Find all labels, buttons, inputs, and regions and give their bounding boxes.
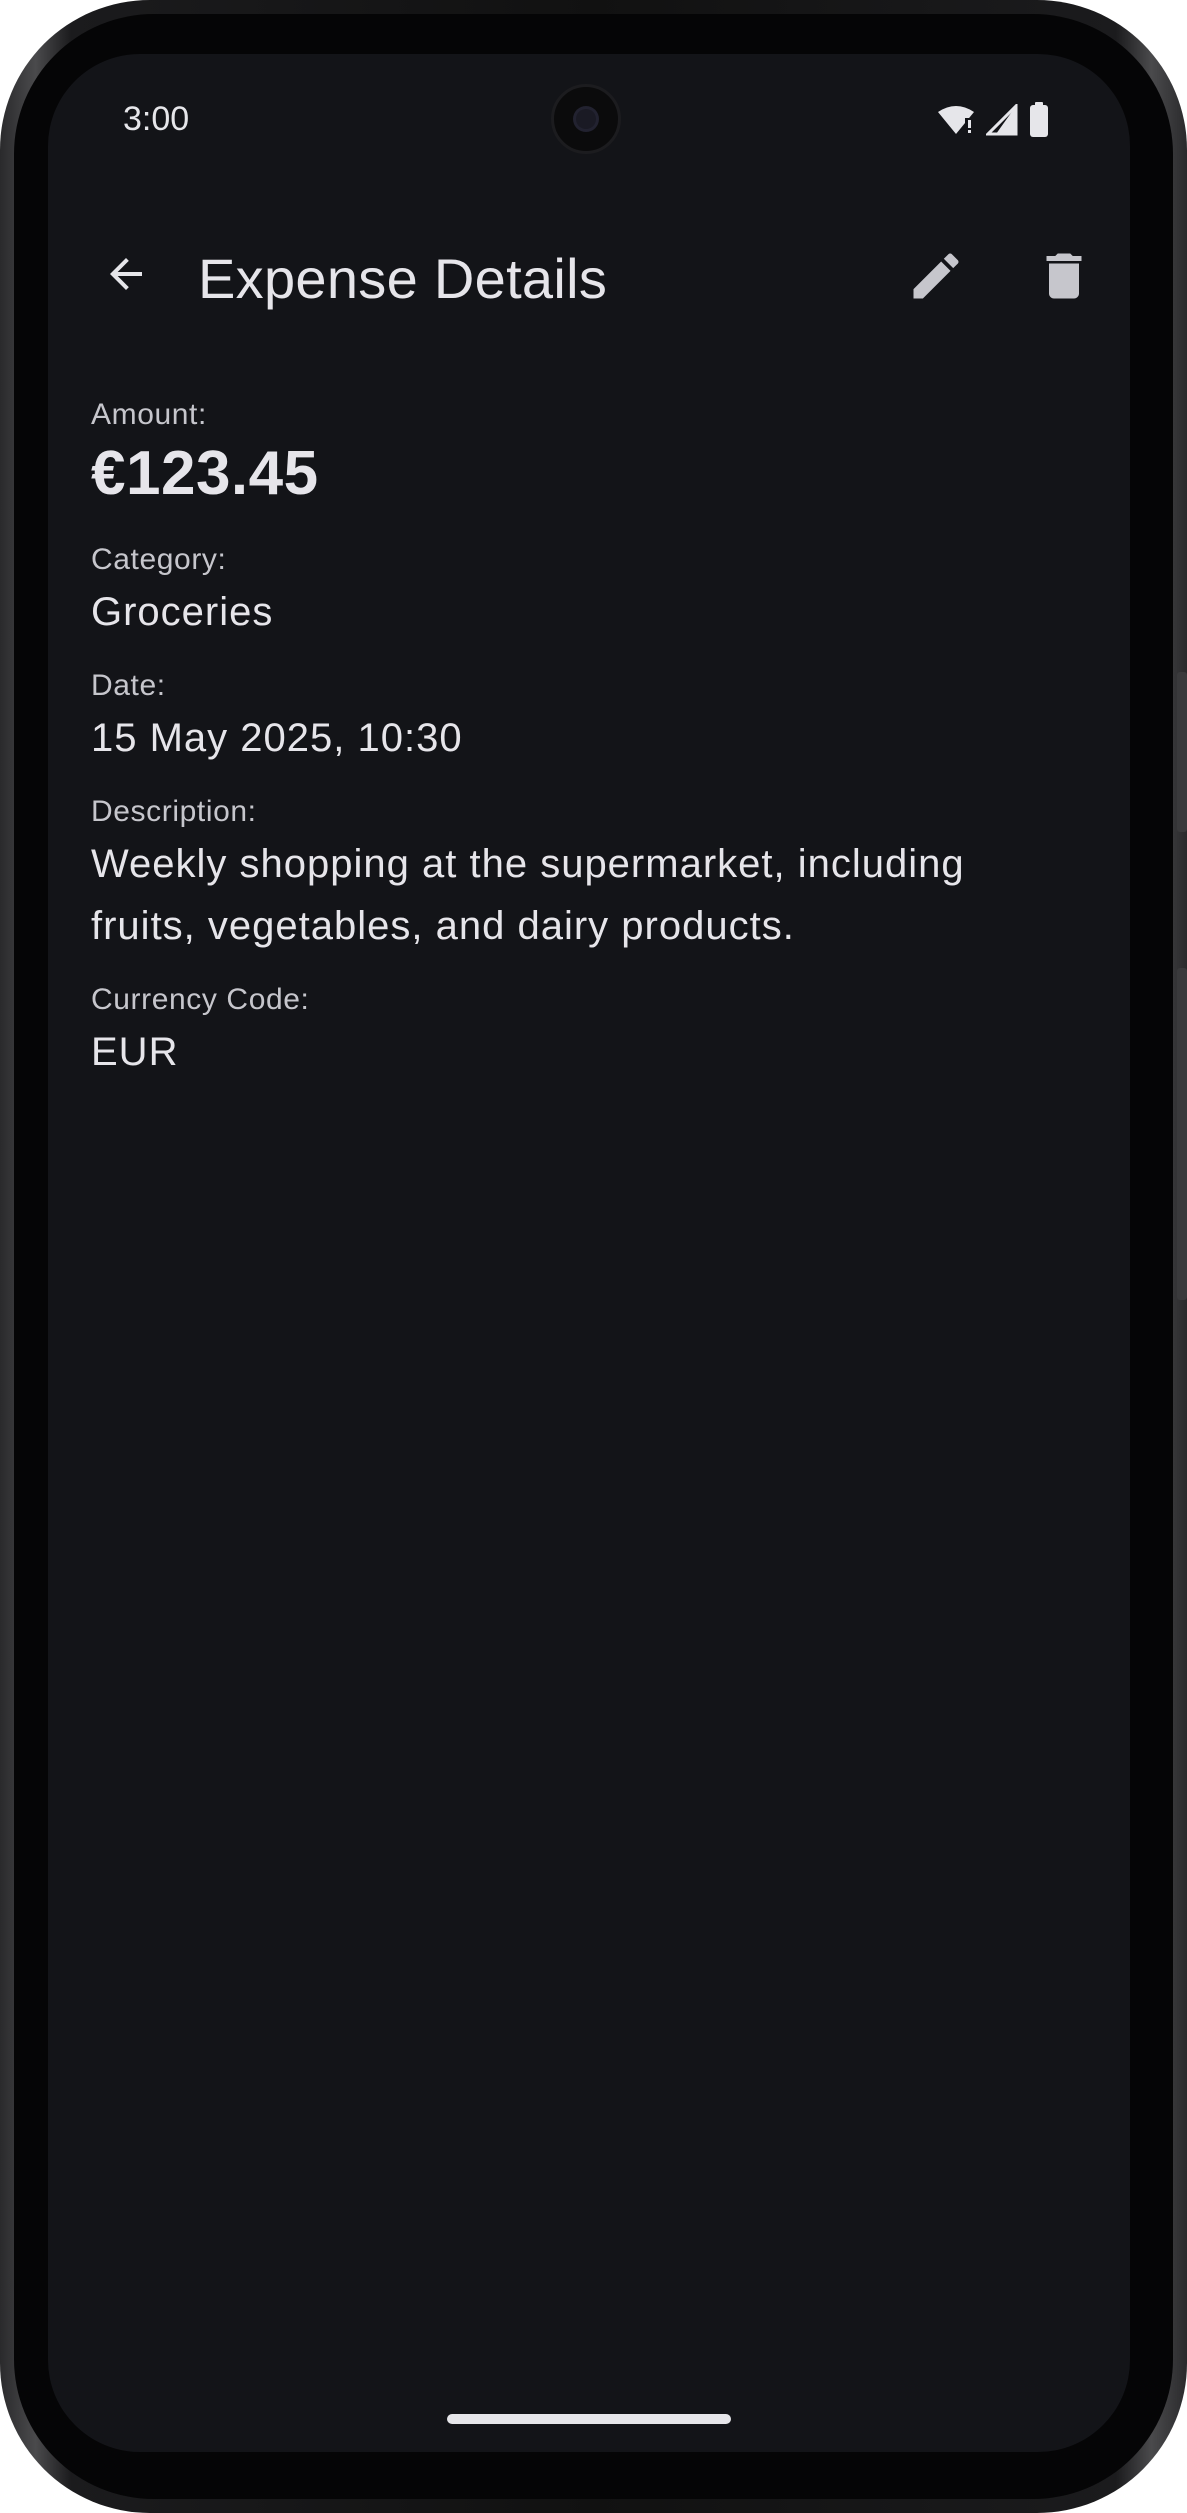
top-app-bar: Expense Details <box>48 224 1130 334</box>
status-time: 3:00 <box>123 100 190 138</box>
expense-details: Amount: €123.45 Category: Groceries Date… <box>91 398 1081 1109</box>
date-value: 15 May 2025, 10:30 <box>91 716 463 760</box>
amount-value: €123.45 <box>91 439 319 508</box>
screen: 3:00 Expense Details Amount: €123.45 Cat… <box>48 54 1130 2452</box>
currency-code-value: EUR <box>91 1030 179 1074</box>
description-value: Weekly shopping at the supermarket, incl… <box>91 842 965 948</box>
home-indicator[interactable] <box>447 2414 731 2424</box>
amount-label: Amount: <box>91 398 207 431</box>
status-bar: 3:00 <box>48 54 1130 184</box>
currency-code-label: Currency Code: <box>91 983 310 1016</box>
power-button <box>1177 968 1187 1300</box>
phone-frame: 3:00 Expense Details Amount: €123.45 Cat… <box>0 0 1187 2513</box>
arrow-back-icon <box>102 250 150 303</box>
description-label: Description: <box>91 795 257 828</box>
delete-button[interactable] <box>1024 238 1104 318</box>
battery-icon <box>1028 102 1050 143</box>
status-icons <box>936 102 1050 143</box>
trash-icon <box>1034 246 1094 311</box>
back-button[interactable] <box>88 238 164 314</box>
category-value: Groceries <box>91 590 274 634</box>
wifi-alert-icon <box>936 104 976 141</box>
category-label: Category: <box>91 543 227 576</box>
front-camera <box>551 84 621 154</box>
page-title: Expense Details <box>198 247 608 310</box>
edit-button[interactable] <box>896 238 976 318</box>
pencil-icon <box>906 246 966 311</box>
cellular-signal-icon <box>984 102 1018 141</box>
volume-button <box>1177 672 1187 832</box>
date-label: Date: <box>91 669 166 702</box>
